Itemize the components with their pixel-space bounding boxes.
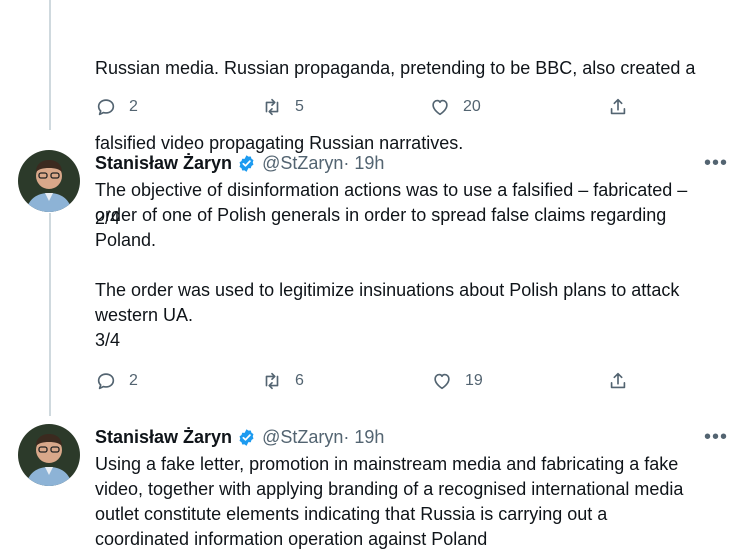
tweet-4-of-4[interactable]: Stanisław Żaryn @StZaryn · 19h ••• Using… (0, 424, 750, 549)
retweet-count: 6 (295, 372, 304, 389)
avatar-photo (18, 150, 80, 212)
reply-button[interactable]: 2 (95, 96, 138, 118)
verified-badge-icon (239, 428, 254, 446)
like-icon (434, 373, 450, 390)
reply-icon (97, 99, 115, 116)
author-handle[interactable]: @StZaryn (262, 427, 343, 448)
retweet-button[interactable]: 5 (261, 96, 304, 118)
more-icon[interactable]: ••• (704, 426, 728, 449)
tweet-2-of-4[interactable]: Russian media. Russian propaganda, prete… (0, 0, 750, 228)
tweet-header: Stanisław Żaryn @StZaryn · 19h (95, 424, 384, 450)
share-button[interactable] (607, 370, 629, 392)
share-icon (610, 98, 626, 115)
tweet-actions: 2 5 20 (95, 96, 635, 120)
like-icon (432, 99, 448, 116)
tweet-text-line: Russian media. Russian propaganda, prete… (95, 58, 696, 78)
tweet-actions: 2 6 19 (95, 370, 635, 394)
like-count: 19 (465, 372, 483, 389)
author-name[interactable]: Stanisław Żaryn (95, 153, 232, 174)
reply-count: 2 (129, 372, 138, 389)
tweet-text: The objective of disinformation actions … (95, 180, 688, 350)
reply-icon (97, 373, 115, 390)
author-name[interactable]: Stanisław Żaryn (95, 427, 232, 448)
retweet-icon (265, 372, 279, 390)
reply-button[interactable]: 2 (95, 370, 138, 392)
tweet-text: Using a fake letter, promotion in mainst… (95, 454, 684, 549)
like-count: 20 (463, 98, 481, 115)
avatar[interactable] (18, 150, 80, 212)
retweet-count: 5 (295, 98, 304, 115)
author-handle[interactable]: @StZaryn (262, 153, 343, 174)
like-button[interactable]: 20 (429, 96, 481, 118)
avatar[interactable] (18, 424, 80, 486)
timestamp[interactable]: · 19h (343, 427, 384, 448)
more-icon[interactable]: ••• (704, 152, 728, 175)
share-button[interactable] (607, 96, 629, 118)
verified-badge-icon (239, 154, 254, 172)
like-button[interactable]: 19 (431, 370, 483, 392)
tweet-3-of-4[interactable]: Stanisław Żaryn @StZaryn · 19h ••• The o… (0, 150, 750, 410)
timestamp[interactable]: · 19h (343, 153, 384, 174)
retweet-icon (265, 98, 279, 116)
avatar-photo (18, 424, 80, 486)
tweet-header: Stanisław Żaryn @StZaryn · 19h (95, 150, 384, 176)
share-icon (610, 372, 626, 389)
reply-count: 2 (129, 98, 138, 115)
retweet-button[interactable]: 6 (261, 370, 304, 392)
